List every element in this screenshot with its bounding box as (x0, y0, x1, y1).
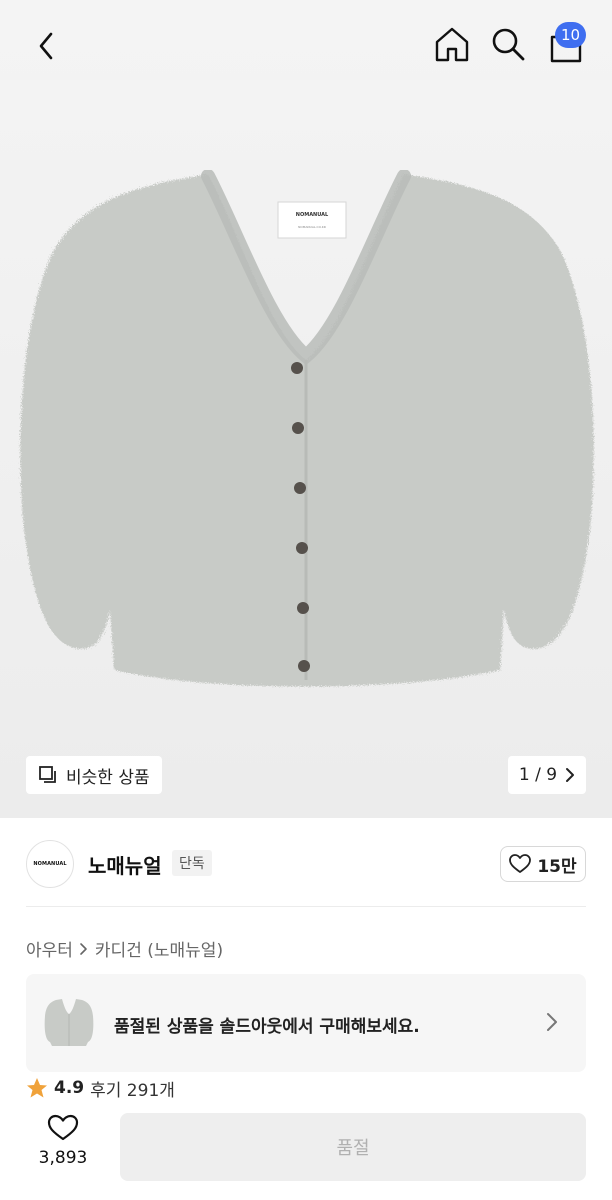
wishlist-count: 3,893 (38, 1148, 88, 1168)
cardigan-image: NOMANUAL NOMANUAL.CO.KR (20, 170, 594, 687)
soldout-purchase-button[interactable]: 품절 (120, 1113, 586, 1181)
image-pager-button[interactable]: 1 / 9 (508, 756, 586, 794)
review-count: 후기 291개 (90, 1080, 175, 1101)
back-button[interactable] (24, 24, 68, 68)
brand-logo-text: NOMANUAL (33, 861, 67, 867)
rating-score: 4.9 (54, 1078, 85, 1098)
soldout-banner[interactable]: 품절된 상품을 솔드아웃에서 구매해보세요. (26, 974, 586, 1072)
chevron-right-icon (547, 1013, 557, 1031)
heart-icon (509, 854, 532, 873)
brand-logo[interactable]: NOMANUAL (26, 840, 74, 888)
similar-products-button[interactable]: 비슷한 상품 (26, 756, 162, 794)
chevron-right-icon (566, 768, 575, 782)
product-gallery[interactable]: 10 NOMANUAL NOMANUAL.CO.KR 비슷한 상품 1 / 9 (0, 0, 612, 818)
breadcrumb-subcategory[interactable]: 카디건 (노매뉴얼) (95, 936, 223, 961)
star-icon (27, 1078, 47, 1098)
similar-products-label: 비슷한 상품 (66, 767, 150, 788)
rating-row[interactable]: 4.9 후기 291개 (26, 1078, 175, 1101)
exclusive-badge: 단독 (172, 850, 212, 876)
label-site-text: NOMANUAL.CO.KR (298, 225, 326, 229)
brand-like-count: 15만 (537, 856, 577, 877)
label-brand-text: NOMANUAL (296, 212, 329, 218)
wishlist-button[interactable]: 3,893 (28, 1114, 98, 1168)
bottom-action-bar: 3,893 품절 (0, 1098, 612, 1200)
soldout-message: 품절된 상품을 솔드아웃에서 구매해보세요. (114, 1017, 420, 1037)
breadcrumb: 아우터 카디건 (노매뉴얼) (26, 936, 223, 961)
brand-like-button[interactable]: 15만 (500, 846, 586, 882)
cardigan-thumbnail (44, 999, 94, 1046)
search-button[interactable] (486, 22, 530, 66)
chevron-left-icon (39, 32, 53, 60)
home-icon (435, 27, 469, 62)
home-button[interactable] (430, 22, 474, 66)
cart-count-badge: 10 (555, 22, 587, 48)
overlap-squares-icon (39, 766, 56, 783)
breadcrumb-category[interactable]: 아우터 (26, 936, 73, 961)
divider (26, 906, 586, 907)
chevron-right-icon (80, 942, 87, 955)
top-navigation: 10 (0, 0, 612, 90)
brand-row: NOMANUAL 노매뉴얼 단독 15만 (26, 840, 586, 888)
brand-name-link[interactable]: 노매뉴얼 (88, 850, 162, 879)
search-icon (492, 28, 525, 61)
image-pager-count: 1 / 9 (518, 765, 558, 785)
heart-icon (47, 1114, 79, 1141)
